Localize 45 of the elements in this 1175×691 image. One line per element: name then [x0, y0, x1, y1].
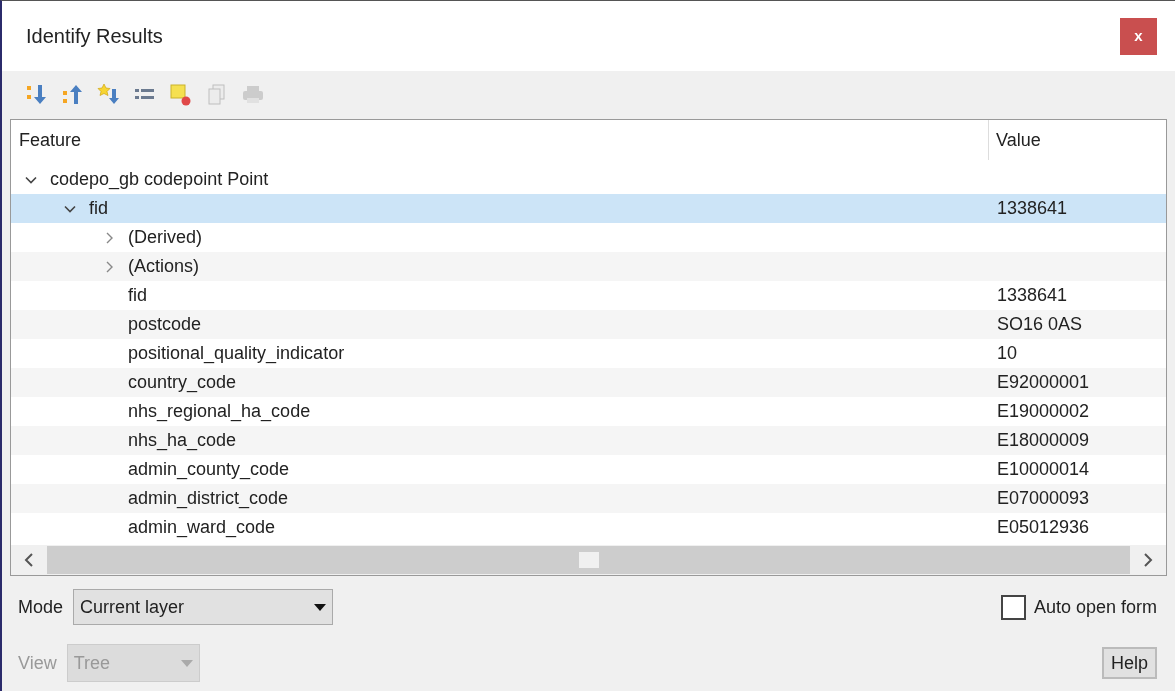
value-cell-text: SO16 0AS [996, 313, 1083, 336]
feature-label: fid [89, 197, 108, 220]
feature-label: (Derived) [128, 226, 202, 249]
feature-label: country_code [128, 371, 237, 395]
scroll-thumb[interactable] [578, 552, 599, 568]
view-label: View [18, 651, 57, 675]
feature-label: postcode [128, 313, 202, 336]
value-cell-text: E92000001 [996, 371, 1090, 394]
value-cell-text: E19000002 [996, 400, 1090, 423]
value-cell-text: 1338641 [996, 284, 1068, 307]
horizontal-scrollbar[interactable] [11, 545, 1166, 575]
feature-label: codepo_gb codepoint Point [50, 168, 269, 192]
value-cell-text: E07000093 [996, 487, 1090, 510]
highlight-clear-icon [169, 83, 193, 107]
dropdown-arrow-icon [180, 659, 193, 667]
feature-label: fid [128, 284, 147, 307]
feature-label: admin_ward_code [128, 516, 276, 540]
tree-row[interactable]: country_code E92000001 [11, 368, 1166, 397]
mode-label: Mode [18, 595, 64, 619]
feature-label: nhs_ha_code [128, 429, 237, 453]
tree-row[interactable]: postcode SO16 0AS [11, 310, 1166, 339]
mode-dropdown[interactable]: Current layer [73, 589, 334, 625]
checkbox-label: Auto open form [1033, 595, 1157, 619]
value-cell-text: 10 [996, 342, 1018, 365]
tree-row[interactable]: nhs_ha_code E18000009 [11, 426, 1166, 455]
dropdown-arrow-icon [314, 603, 327, 611]
help-button[interactable]: Help [1101, 647, 1157, 679]
column-header[interactable]: Feature [11, 120, 989, 160]
tree-row[interactable]: fid 1338641 [11, 194, 1166, 223]
feature-label: (Actions) [128, 255, 199, 278]
tree-row[interactable]: (Actions) [11, 252, 1166, 281]
close-button[interactable]: x [1120, 17, 1157, 55]
value-cell-text: E10000014 [996, 458, 1090, 481]
window-title: Identify Results [26, 24, 163, 49]
value-cell-text: E18000009 [996, 429, 1090, 452]
value-cell-text: 1338641 [996, 197, 1068, 220]
feature-label: admin_district_code [128, 487, 289, 511]
checkbox[interactable] [1000, 594, 1026, 620]
column-header[interactable]: Value [989, 120, 1166, 160]
feature-label: positional_quality_indicator [128, 342, 345, 366]
tree-row[interactable]: admin_district_code E07000093 [11, 484, 1166, 513]
feature-label: admin_county_code [128, 458, 290, 482]
value-cell-text: E05012936 [996, 516, 1090, 539]
arrow-up-icon [61, 83, 85, 107]
feature-label: nhs_regional_ha_code [128, 400, 311, 424]
